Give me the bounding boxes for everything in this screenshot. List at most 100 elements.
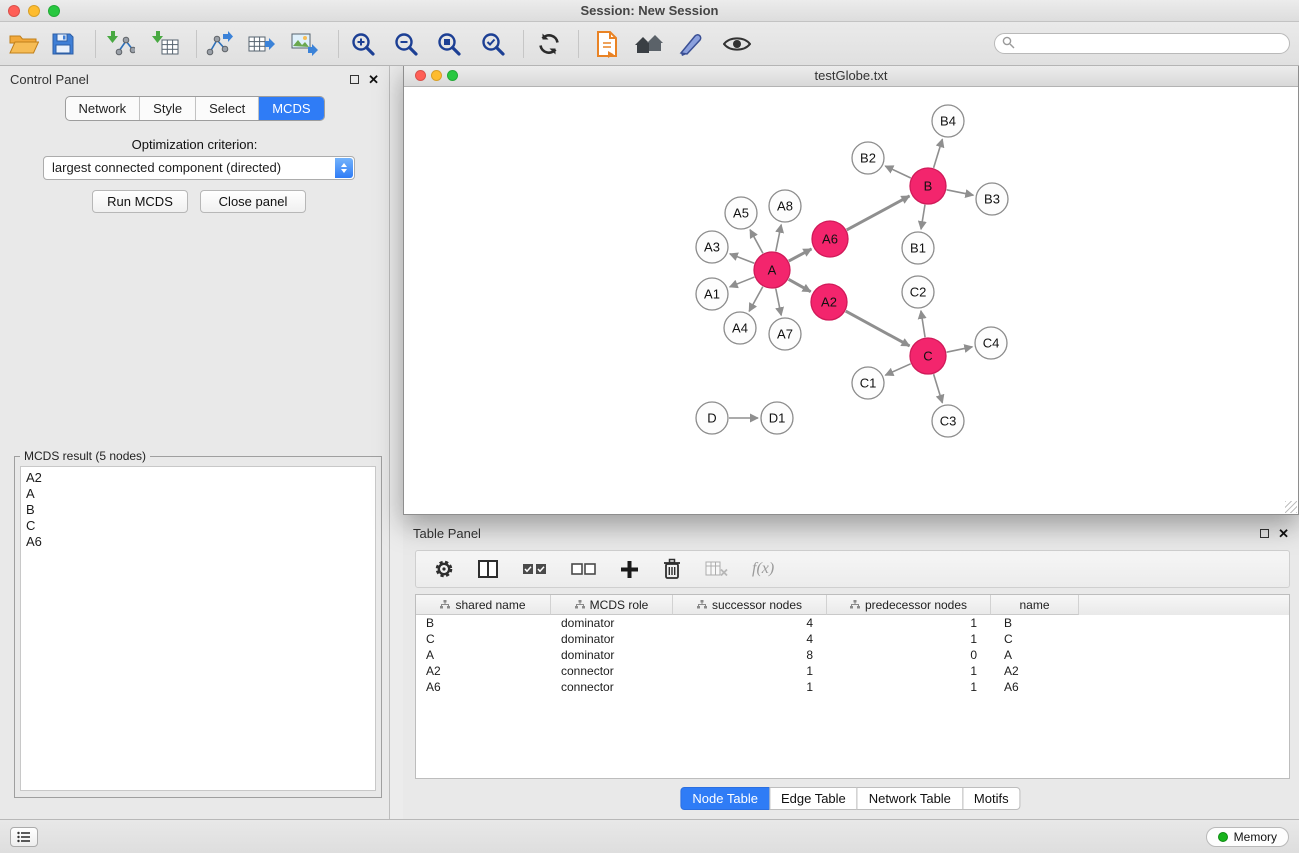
graph-edge-A-A2[interactable]	[789, 279, 811, 291]
graph-node-A5[interactable]: A5	[725, 197, 757, 229]
tab-select[interactable]: Select	[195, 97, 258, 120]
graph-edge-C-C2[interactable]	[921, 311, 925, 337]
network-canvas[interactable]: B4B2BB3A5A8A6A3B1AC2A1A2A4A7C4CC1C3DD1	[404, 87, 1298, 514]
table-row[interactable]: Bdominator41B	[416, 615, 1289, 631]
graph-node-C[interactable]: C	[910, 338, 946, 374]
graph-node-A1[interactable]: A1	[696, 278, 728, 310]
graph-node-A4[interactable]: A4	[724, 312, 756, 344]
node-table[interactable]: shared name MCDS role successor nodes pr…	[415, 594, 1290, 779]
zoom-out-icon[interactable]	[393, 31, 419, 57]
mcds-result-item[interactable]: A6	[26, 534, 370, 550]
network-graph[interactable]: B4B2BB3A5A8A6A3B1AC2A1A2A4A7C4CC1C3DD1	[404, 87, 1298, 514]
zoom-fit-icon[interactable]	[436, 31, 462, 57]
tab-motifs[interactable]: Motifs	[962, 787, 1021, 810]
export-image-icon[interactable]	[291, 32, 319, 56]
graph-node-D1[interactable]: D1	[761, 402, 793, 434]
close-panel-button[interactable]: Close panel	[200, 190, 306, 213]
graph-node-C4[interactable]: C4	[975, 327, 1007, 359]
home-icon[interactable]	[634, 33, 664, 55]
graph-edge-A-A6[interactable]	[789, 249, 812, 261]
graph-edge-C-C4[interactable]	[947, 347, 973, 352]
network-zoom-button[interactable]	[447, 70, 458, 81]
graph-edge-A2-C[interactable]	[846, 311, 910, 346]
graph-node-A7[interactable]: A7	[769, 318, 801, 350]
graph-node-A6[interactable]: A6	[812, 221, 848, 257]
graph-node-B1[interactable]: B1	[902, 232, 934, 264]
column-header-shared-name[interactable]: shared name	[416, 595, 551, 615]
graph-edge-B-B1[interactable]	[921, 205, 925, 229]
delete-column-icon[interactable]	[705, 561, 728, 577]
open-session-icon[interactable]	[9, 33, 39, 55]
graph-edge-A-A8[interactable]	[776, 225, 781, 252]
deselect-all-icon[interactable]	[571, 563, 596, 575]
delete-selection-icon[interactable]	[663, 558, 681, 580]
tab-style[interactable]: Style	[139, 97, 195, 120]
graph-edge-A-A5[interactable]	[750, 230, 763, 254]
select-all-icon[interactable]	[522, 563, 547, 575]
network-view-window[interactable]: testGlobe.txt B4B2BB3A5A8A6A3B1AC2A1A2A4…	[403, 64, 1299, 515]
tab-mcds[interactable]: MCDS	[258, 97, 323, 120]
search-input[interactable]	[1019, 37, 1289, 51]
export-table-icon[interactable]	[248, 31, 276, 57]
graph-node-A2[interactable]: A2	[811, 284, 847, 320]
graph-edge-A-A4[interactable]	[749, 287, 763, 312]
mcds-result-item[interactable]: A2	[26, 470, 370, 486]
mcds-result-item[interactable]: B	[26, 502, 370, 518]
graph-edge-A-A1[interactable]	[730, 277, 755, 287]
graph-edge-A-A3[interactable]	[730, 254, 755, 263]
network-close-button[interactable]	[415, 70, 426, 81]
graph-node-C1[interactable]: C1	[852, 367, 884, 399]
graphics-details-icon[interactable]	[679, 32, 705, 56]
criterion-dropdown[interactable]: largest connected component (directed)	[43, 156, 355, 180]
graph-node-A3[interactable]: A3	[696, 231, 728, 263]
graph-node-B[interactable]: B	[910, 168, 946, 204]
graph-node-C3[interactable]: C3	[932, 405, 964, 437]
graph-node-D[interactable]: D	[696, 402, 728, 434]
window-resize-handle[interactable]	[1285, 501, 1297, 513]
memory-button[interactable]: Memory	[1206, 827, 1289, 847]
graph-edge-C-C1[interactable]	[885, 364, 910, 375]
graph-node-A[interactable]: A	[754, 252, 790, 288]
table-row[interactable]: A2connector11A2	[416, 663, 1289, 679]
task-history-button[interactable]	[10, 827, 38, 847]
minimize-window-button[interactable]	[28, 5, 40, 17]
mcds-result-item[interactable]: A	[26, 486, 370, 502]
zoom-window-button[interactable]	[48, 5, 60, 17]
column-header-successor-nodes[interactable]: successor nodes	[673, 595, 827, 615]
column-header-mcds-role[interactable]: MCDS role	[551, 595, 673, 615]
graph-edge-B-B3[interactable]	[947, 190, 974, 195]
graph-edge-A-A7[interactable]	[776, 289, 781, 316]
save-session-icon[interactable]	[51, 32, 75, 56]
graph-edge-A6-B[interactable]	[847, 196, 910, 230]
export-network-icon[interactable]	[205, 31, 233, 57]
network-minimize-button[interactable]	[431, 70, 442, 81]
graph-node-B4[interactable]: B4	[932, 105, 964, 137]
table-row[interactable]: Cdominator41C	[416, 631, 1289, 647]
network-snapshot-icon[interactable]	[595, 30, 619, 58]
float-table-panel-icon[interactable]	[1260, 529, 1269, 538]
tab-network-table[interactable]: Network Table	[857, 787, 963, 810]
mcds-result-item[interactable]: C	[26, 518, 370, 534]
close-panel-icon[interactable]: ✕	[368, 75, 379, 84]
column-header-predecessor-nodes[interactable]: predecessor nodes	[827, 595, 991, 615]
graph-edge-B-B4[interactable]	[934, 139, 943, 168]
zoom-selected-icon[interactable]	[480, 31, 506, 57]
graph-node-B2[interactable]: B2	[852, 142, 884, 174]
import-table-icon[interactable]	[152, 31, 180, 57]
tab-node-table[interactable]: Node Table	[680, 787, 770, 810]
close-window-button[interactable]	[8, 5, 20, 17]
add-column-icon[interactable]	[620, 560, 639, 579]
tab-edge-table[interactable]: Edge Table	[769, 787, 858, 810]
graph-edge-B-B2[interactable]	[885, 166, 911, 178]
toolbar-search[interactable]	[994, 33, 1290, 54]
graph-edge-C-C3[interactable]	[934, 374, 943, 403]
graph-node-C2[interactable]: C2	[902, 276, 934, 308]
refresh-icon[interactable]	[537, 32, 561, 56]
gear-icon[interactable]	[434, 559, 454, 579]
mcds-result-list[interactable]: A2ABCA6	[20, 466, 376, 791]
show-columns-icon[interactable]	[478, 560, 498, 578]
run-mcds-button[interactable]: Run MCDS	[92, 190, 188, 213]
float-panel-icon[interactable]	[350, 75, 359, 84]
zoom-in-icon[interactable]	[350, 31, 376, 57]
close-table-panel-icon[interactable]: ✕	[1278, 529, 1289, 538]
